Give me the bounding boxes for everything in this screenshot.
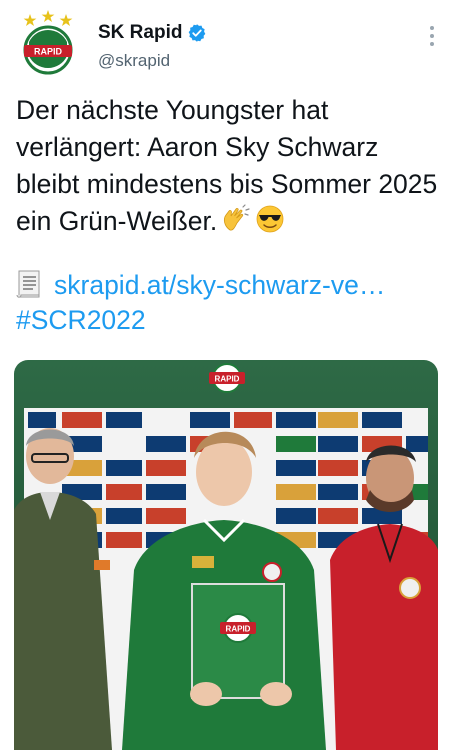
display-name[interactable]: SK Rapid — [98, 22, 182, 44]
waving-hands-emoji — [224, 204, 250, 231]
article-link[interactable]: skrapid.at/sky-schwarz-ve… — [54, 270, 385, 300]
handle[interactable]: @skrapid — [98, 51, 170, 71]
name-row: SK Rapid — [98, 22, 207, 44]
crest-text: RAPID — [34, 47, 63, 57]
memo-scroll-icon — [16, 270, 40, 298]
tweet-photo[interactable]: RAPID RAPID — [14, 360, 438, 750]
link-row: skrapid.at/sky-schwarz-ve… — [16, 267, 385, 304]
star-icon — [41, 10, 55, 22]
star-icon — [23, 14, 37, 26]
verified-badge-icon — [189, 24, 206, 42]
avatar[interactable]: RAPID — [16, 10, 80, 76]
photo-scene: RAPID RAPID — [14, 360, 438, 750]
star-icon — [59, 14, 73, 26]
tweet-text: Der nächste Youngster hat verlängert: Aa… — [16, 92, 441, 240]
tweet-header: RAPID SK Rapid @skrapid — [0, 0, 453, 84]
svg-text:RAPID: RAPID — [215, 375, 240, 384]
hashtag-link[interactable]: #SCR2022 — [16, 302, 146, 339]
sunglasses-face-emoji — [256, 205, 284, 233]
svg-text:RAPID: RAPID — [226, 625, 251, 634]
more-options-icon[interactable] — [429, 26, 435, 46]
